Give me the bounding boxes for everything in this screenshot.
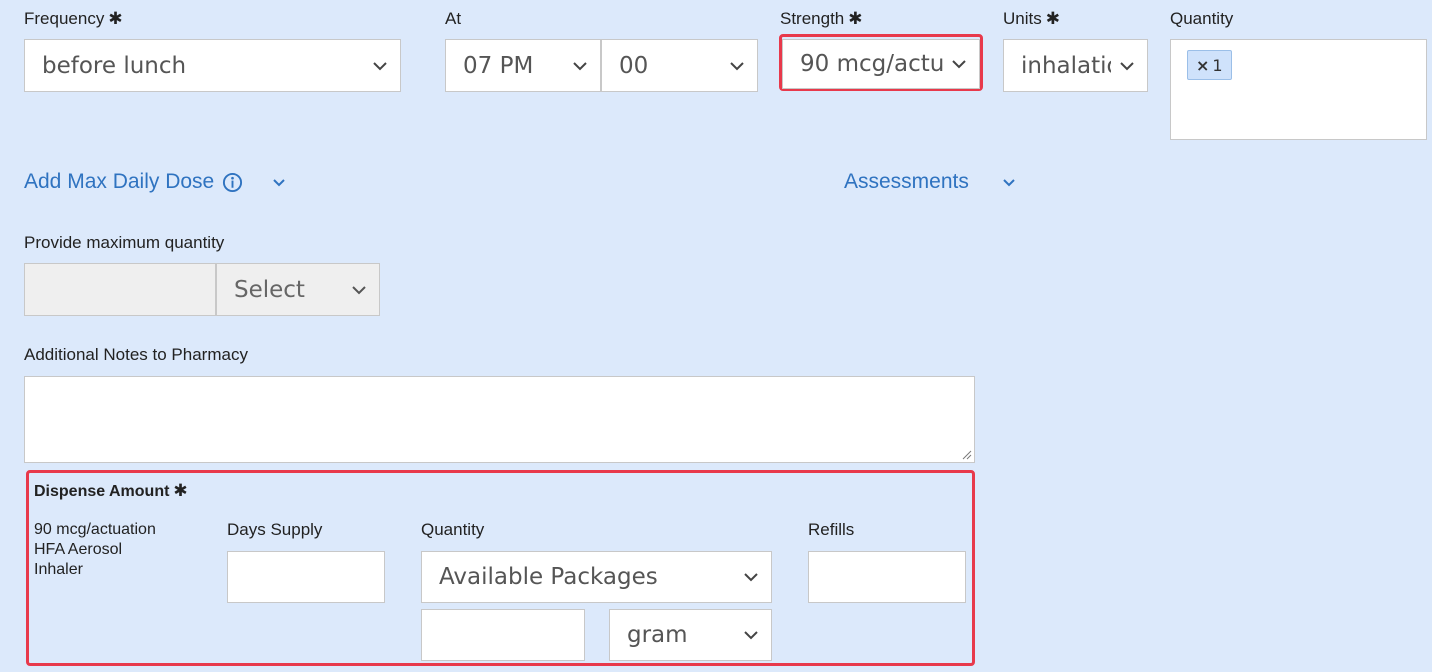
assessments-link[interactable]: Assessments	[844, 170, 969, 194]
chevron-down-icon[interactable]	[271, 177, 287, 189]
days-supply-label: Days Supply	[227, 520, 323, 539]
resize-handle-icon[interactable]	[960, 448, 972, 460]
strength-value: 90 mcg/actuation	[800, 51, 943, 77]
strength-select[interactable]: 90 mcg/actuation	[782, 39, 980, 89]
required-asterisk: ✱	[1045, 9, 1060, 29]
days-supply-input[interactable]	[227, 551, 385, 603]
frequency-value: before lunch	[42, 52, 187, 79]
chevron-down-icon	[744, 573, 758, 582]
available-packages-value: Available Packages	[439, 564, 658, 590]
chevron-down-icon	[744, 631, 758, 640]
hour-select[interactable]: 07 PM	[445, 39, 601, 92]
required-asterisk: ✱	[848, 9, 863, 29]
frequency-label: Frequency ✱	[24, 9, 123, 29]
dispense-product-description: 90 mcg/actuation HFA Aerosol Inhaler	[34, 520, 156, 580]
dispense-quantity-label: Quantity	[421, 520, 485, 539]
available-packages-select[interactable]: Available Packages	[421, 551, 772, 603]
product-line: 90 mcg/actuation	[34, 521, 156, 538]
chevron-down-icon	[352, 285, 366, 294]
dispense-unit-value: gram	[627, 622, 688, 648]
minute-value: 00	[619, 52, 649, 79]
chevron-down-icon	[730, 61, 744, 70]
chevron-down-icon	[952, 60, 966, 69]
max-quantity-input[interactable]	[24, 263, 216, 316]
notes-label: Additional Notes to Pharmacy	[24, 345, 248, 364]
add-max-daily-dose-text: Add Max Daily Dose	[24, 170, 215, 193]
quantity-label: Quantity	[1170, 9, 1234, 28]
product-line: Inhaler	[34, 561, 83, 578]
quantity-tag: × 1	[1187, 50, 1232, 80]
units-value: inhalation	[1021, 52, 1111, 79]
max-quantity-label: Provide maximum quantity	[24, 233, 225, 252]
chevron-down-icon	[1120, 61, 1134, 70]
max-quantity-unit-value: Select	[234, 276, 305, 303]
tag-remove-icon[interactable]: ×	[1196, 56, 1209, 75]
refills-input[interactable]	[808, 551, 966, 603]
units-label: Units ✱	[1003, 9, 1060, 29]
frequency-select[interactable]: before lunch	[24, 39, 401, 92]
quantity-multiselect[interactable]: × 1	[1170, 39, 1427, 140]
minute-select[interactable]: 00	[601, 39, 758, 92]
dispense-unit-select[interactable]: gram	[609, 609, 772, 661]
required-asterisk: ✱	[173, 481, 188, 501]
chevron-down-icon	[373, 61, 387, 70]
strength-label: Strength ✱	[780, 9, 863, 29]
required-asterisk: ✱	[108, 9, 123, 29]
chevron-down-icon	[573, 61, 587, 70]
add-max-daily-dose-link[interactable]: Add Max Daily Dose	[24, 170, 243, 194]
tag-value: 1	[1212, 55, 1223, 75]
max-quantity-unit-select[interactable]: Select	[216, 263, 380, 316]
notes-textarea[interactable]	[24, 376, 975, 463]
at-label: At	[445, 9, 462, 28]
product-line: HFA Aerosol	[34, 541, 123, 558]
hour-value: 07 PM	[463, 52, 534, 79]
info-icon[interactable]	[222, 172, 243, 193]
refills-label: Refills	[808, 520, 855, 539]
units-select[interactable]: inhalation	[1003, 39, 1148, 92]
chevron-down-icon[interactable]	[1001, 177, 1017, 189]
dispense-amount-title: Dispense Amount ✱	[34, 481, 188, 501]
dispense-quantity-input[interactable]	[421, 609, 585, 661]
